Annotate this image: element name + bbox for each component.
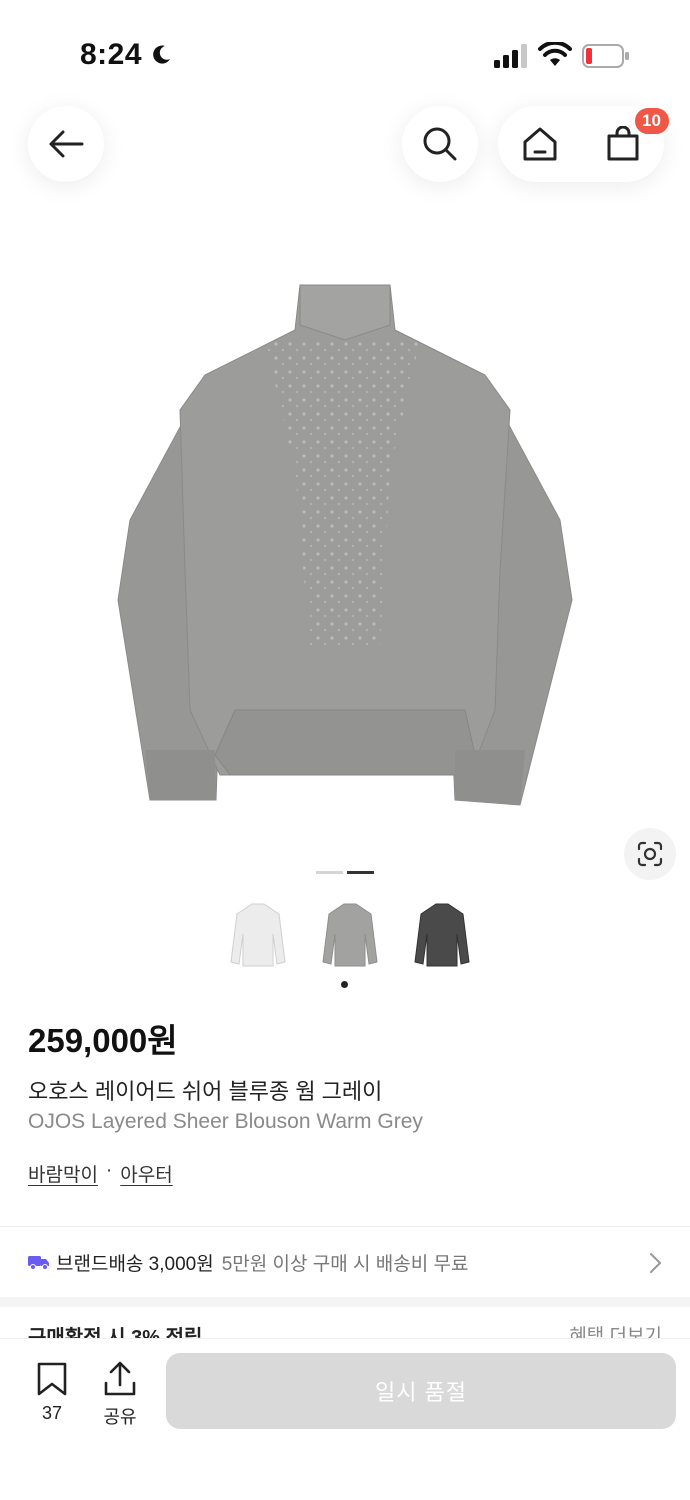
wifi-icon <box>538 42 572 66</box>
pager-segment <box>316 871 343 874</box>
bookmark-count: 37 <box>41 1403 63 1423</box>
shipping-free-note: 5만원 이상 구매 시 배송비 무료 <box>221 1253 469 1275</box>
product-name-korean: 오호스 레이어드 쉬어 블루종 웜 그레이 <box>28 1079 383 1104</box>
category-link-windbreaker[interactable]: 바람막이 <box>28 1160 98 1187</box>
bookmark-button[interactable]: 37 <box>30 1361 74 1424</box>
pager-segment-active <box>347 871 374 874</box>
share-label: 공유 <box>103 1407 137 1427</box>
delivery-truck-icon <box>28 1256 49 1270</box>
product-image[interactable] <box>90 270 600 830</box>
cart-button[interactable]: 10 <box>603 106 671 164</box>
thumbnail-charcoal[interactable] <box>408 898 476 974</box>
arrow-left-icon <box>49 130 84 158</box>
signal-icon <box>494 44 527 68</box>
jacket-thumbnail-image <box>322 903 378 967</box>
sold-out-button[interactable]: 일시 품절 <box>166 1353 676 1429</box>
category-link-outer[interactable]: 아우터 <box>120 1160 172 1187</box>
shopping-bag-icon <box>607 126 638 161</box>
shipping-info-row[interactable]: 브랜드배송 3,000원 5만원 이상 구매 시 배송비 무료 <box>0 1227 690 1297</box>
selected-thumbnail-indicator <box>341 981 348 988</box>
share-button[interactable]: 공유 <box>98 1361 142 1429</box>
jacket-thumbnail-image <box>230 903 286 967</box>
section-separator <box>0 1297 690 1307</box>
image-pager <box>316 871 374 874</box>
bookmark-icon <box>37 1362 67 1396</box>
bottom-action-bar: 37 공유 일시 품절 <box>0 1338 690 1500</box>
jacket-thumbnail-image <box>414 903 470 967</box>
product-price: 259,000원 <box>28 1022 178 1059</box>
chevron-right-icon <box>650 1253 661 1273</box>
home-icon <box>523 127 556 161</box>
product-name-english: OJOS Layered Sheer Blouson Warm Grey <box>28 1110 423 1133</box>
color-thumbnails <box>224 898 476 974</box>
thumbnail-white[interactable] <box>224 898 292 974</box>
category-breadcrumb: 바람막이 · 아우터 <box>28 1160 173 1187</box>
battery-icon <box>582 44 629 68</box>
cart-count-badge: 10 <box>632 106 671 136</box>
category-separator: · <box>105 1160 113 1181</box>
status-bar: 8:24 <box>0 0 690 110</box>
shipping-label: 브랜드배송 3,000원 <box>56 1253 214 1275</box>
search-button[interactable] <box>402 106 478 182</box>
lens-scan-icon <box>637 841 663 867</box>
thumbnail-warm-grey[interactable] <box>316 898 384 974</box>
search-icon <box>423 127 457 161</box>
back-button[interactable] <box>28 106 104 182</box>
home-cart-group: 10 <box>498 106 671 182</box>
home-button[interactable] <box>520 124 560 164</box>
moon-icon <box>153 45 170 64</box>
benefits-row: 구매확정 시 3% 적립 혜택 더보기 <box>0 1307 690 1341</box>
image-search-button[interactable] <box>624 828 676 880</box>
share-icon <box>104 1361 136 1396</box>
status-time: 8:24 <box>80 38 143 71</box>
